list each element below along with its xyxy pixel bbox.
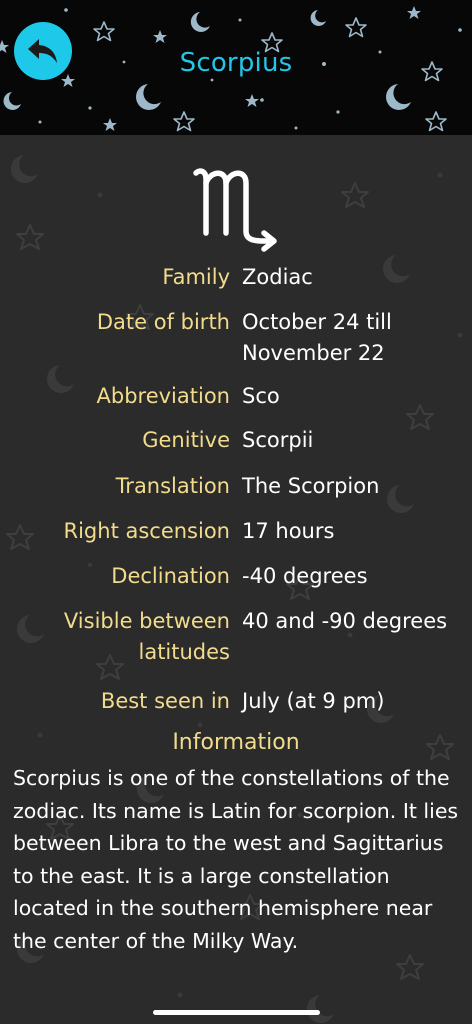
- detail-value: -40 degrees: [242, 564, 368, 588]
- detail-value: Zodiac: [242, 265, 313, 289]
- detail-value: 17 hours: [242, 519, 335, 543]
- detail-value: The Scorpion: [242, 474, 380, 498]
- detail-label: Translation: [115, 474, 230, 498]
- detail-label: Right ascension: [63, 519, 231, 543]
- detail-value: Sco: [242, 384, 280, 408]
- detail-value: 40 and -90 degrees: [242, 609, 448, 633]
- detail-label: Date of birth: [96, 310, 230, 334]
- home-indicator[interactable]: [153, 1010, 320, 1015]
- detail-label: Abbreviation: [96, 384, 230, 408]
- detail-label: Visible between latitudes: [63, 609, 230, 664]
- detail-label: Family: [162, 265, 230, 289]
- information-heading: Information: [172, 730, 300, 755]
- detail-label: Genitive: [142, 428, 230, 452]
- scorpio-zodiac-icon: [186, 155, 286, 255]
- header-bar: Scorpius: [0, 0, 472, 135]
- detail-label: Declination: [111, 564, 230, 588]
- page-title: Scorpius: [179, 48, 293, 78]
- detail-value: July (at 9 pm): [242, 689, 385, 713]
- detail-label: Best seen in: [100, 689, 230, 713]
- detail-value: October 24 till November 22: [242, 310, 392, 365]
- information-text: Scorpius is one of the constellations of…: [13, 766, 459, 953]
- detail-value: Scorpii: [242, 428, 314, 452]
